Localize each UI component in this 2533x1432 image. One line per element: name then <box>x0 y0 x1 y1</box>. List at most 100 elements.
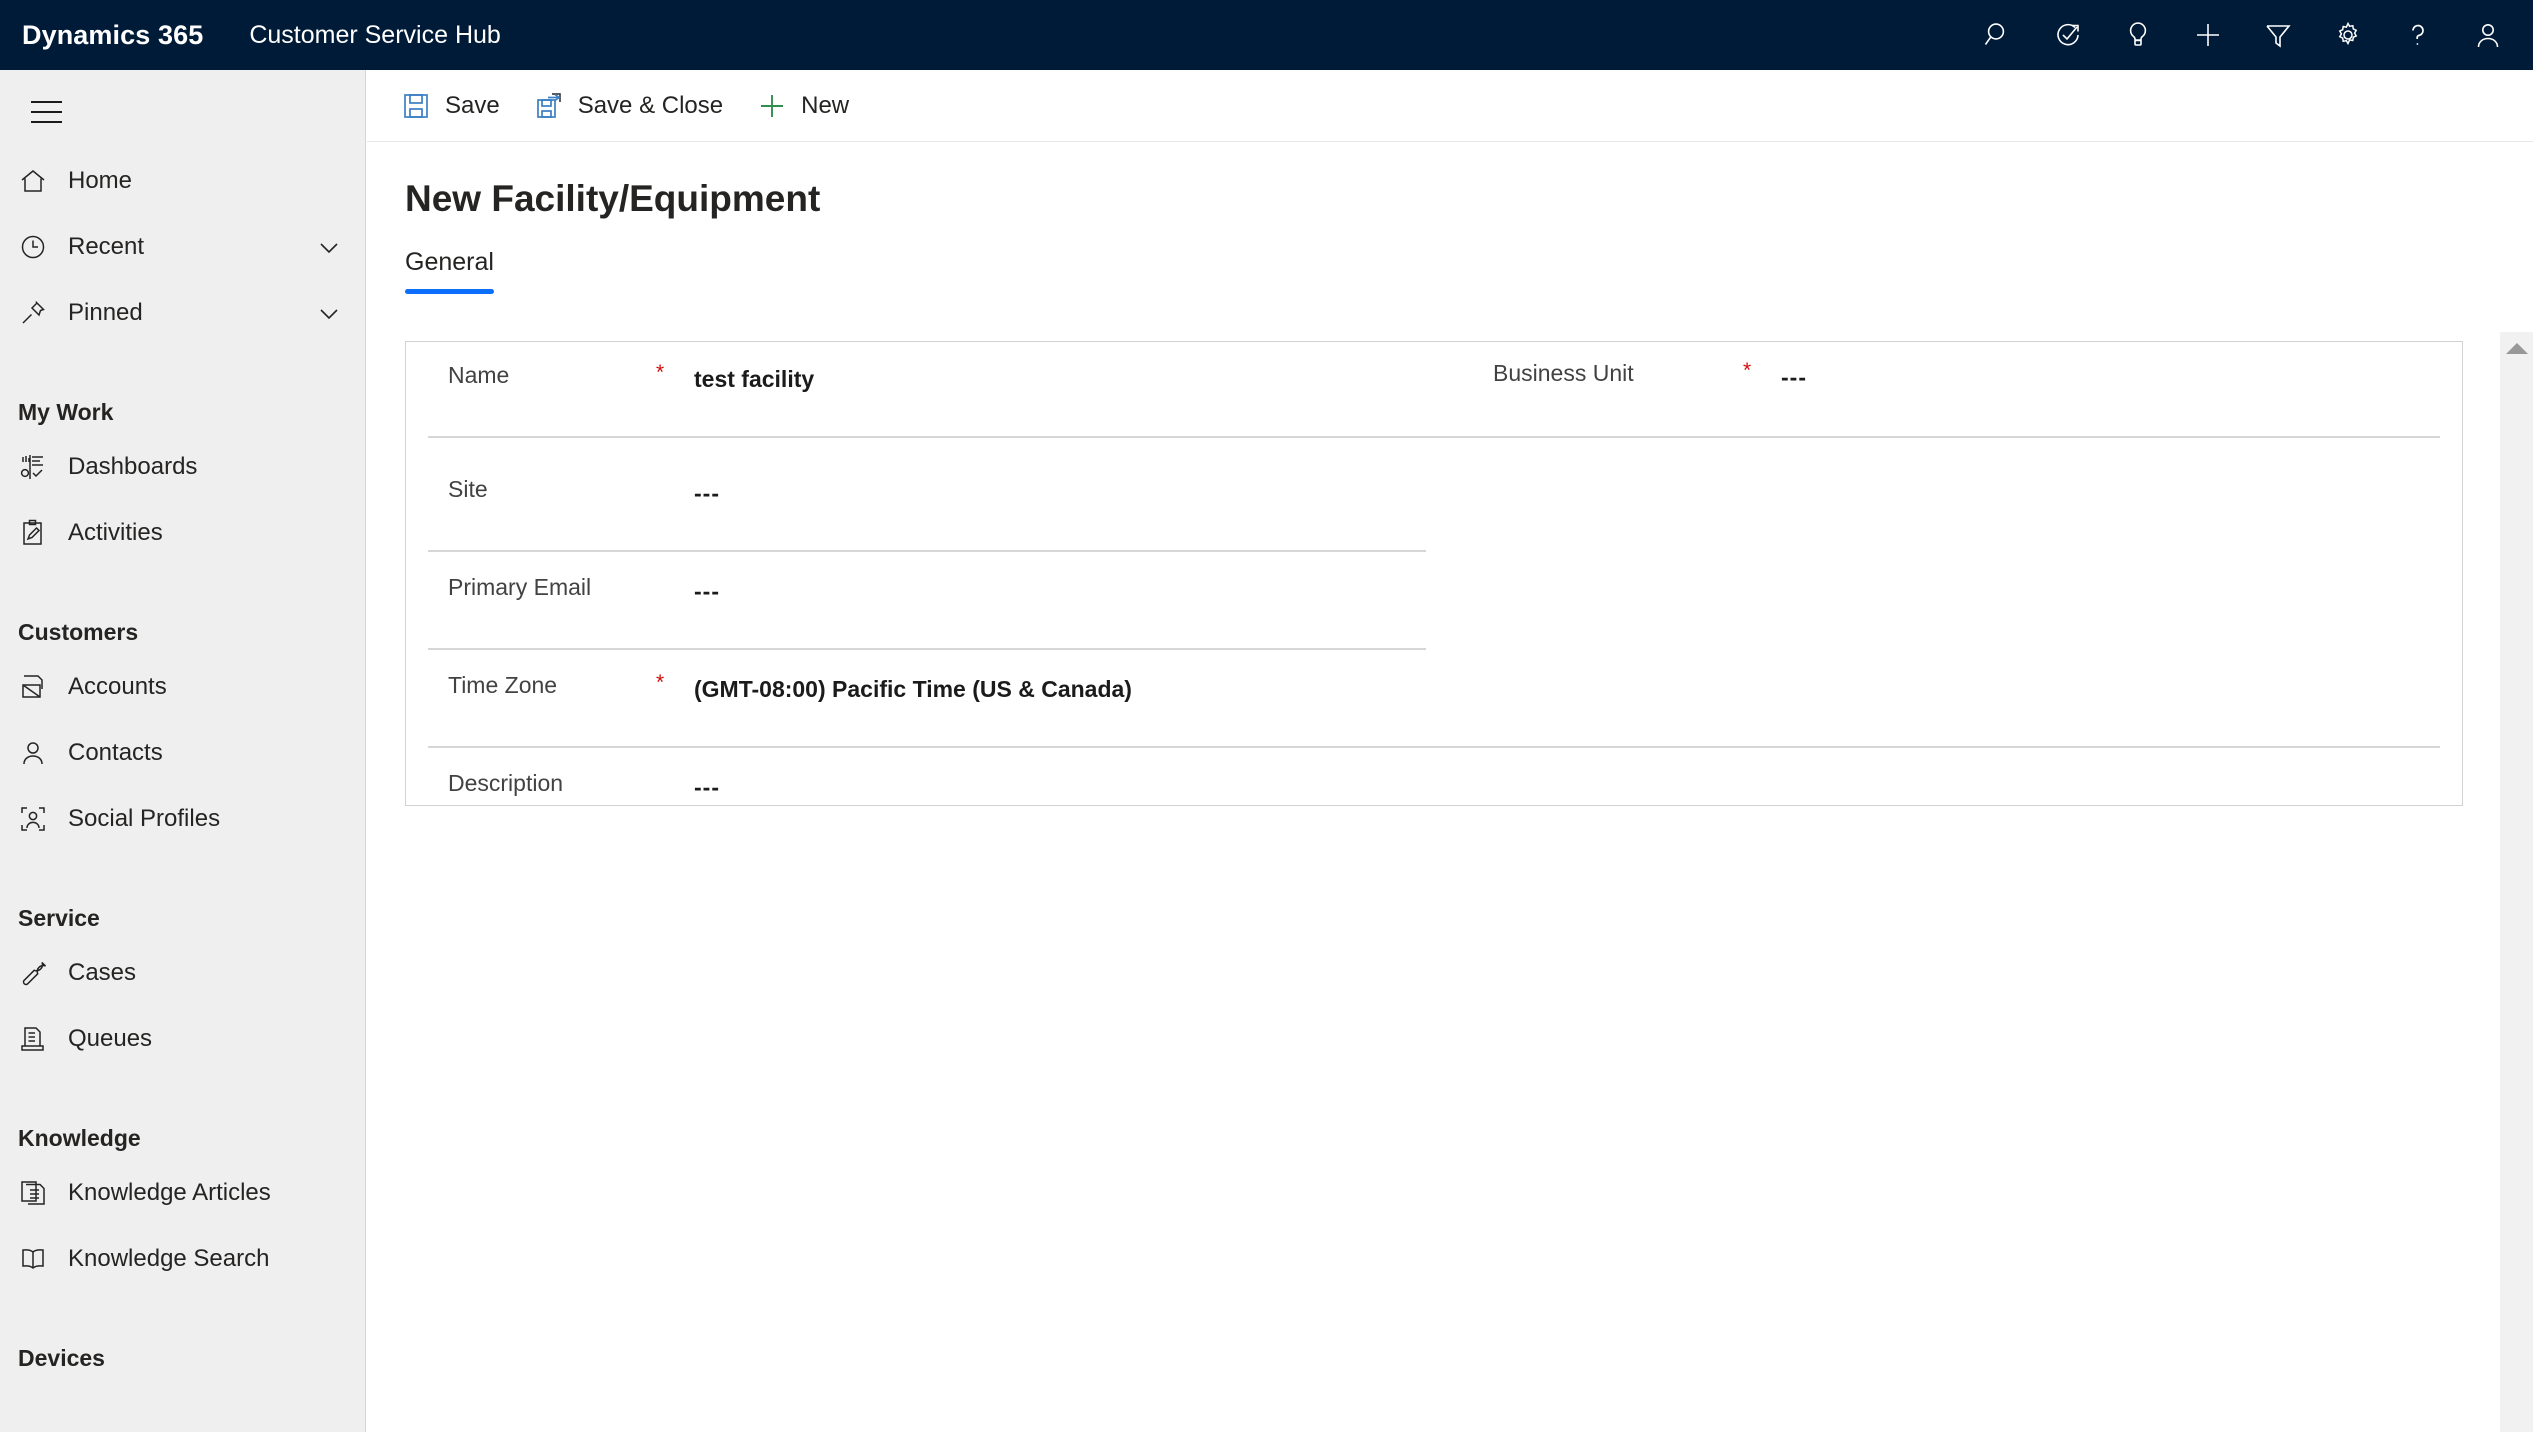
sidebar-item-label: Dashboards <box>68 453 198 480</box>
form-column-left: Name * test facility Site --- Primary Em… <box>406 342 1451 805</box>
contact-icon <box>18 738 68 768</box>
page-title: New Facility/Equipment <box>405 178 821 219</box>
header-icon-group <box>1963 0 2523 70</box>
new-button-label: New <box>801 91 850 119</box>
sitemap-sidebar: Home Recent Pinned My Work Dashboards Ac… <box>0 70 366 1432</box>
field-label: Primary Email <box>448 574 592 600</box>
form-field-time-zone[interactable]: Time Zone * (GMT-08:00) Pacific Time (US… <box>406 670 1451 705</box>
sidebar-item-activities[interactable]: Activities <box>0 500 365 566</box>
sidebar-item-label: Social Profiles <box>68 805 221 832</box>
sidebar-item-queues[interactable]: Queues <box>0 1006 365 1072</box>
sidebar-item-label: Home <box>68 167 133 194</box>
field-row: Primary Email --- <box>406 572 1451 607</box>
tab-general[interactable]: General <box>405 248 494 294</box>
sidebar-item-label: Contacts <box>68 739 163 766</box>
field-value[interactable]: --- <box>694 572 720 607</box>
form-column-right: Business Unit * --- <box>1451 342 2462 805</box>
scroll-up-arrow-icon[interactable] <box>2500 332 2533 365</box>
sidebar-item-label: Knowledge Search <box>68 1245 270 1272</box>
form-field-description[interactable]: Description --- <box>406 768 1451 803</box>
sidebar-item-knowledge-articles[interactable]: Knowledge Articles <box>0 1160 365 1226</box>
sidebar-item-label: Activities <box>68 519 163 546</box>
field-divider-time-zone <box>428 746 2440 748</box>
form-field-primary-email[interactable]: Primary Email --- <box>406 572 1451 607</box>
plus-icon <box>755 89 789 123</box>
sidebar-item-knowledge-search[interactable]: Knowledge Search <box>0 1226 365 1292</box>
account-icon[interactable] <box>2453 0 2523 70</box>
queues-icon <box>18 1024 68 1054</box>
form-field-name[interactable]: Name * test facility <box>406 360 1451 395</box>
sidebar-item-label: Queues <box>68 1025 153 1052</box>
sidebar-item-label: Accounts <box>68 673 167 700</box>
field-row: Time Zone * (GMT-08:00) Pacific Time (US… <box>406 670 1451 705</box>
form-tab-strip: General <box>405 248 2533 294</box>
nav-group-title-devices: Devices <box>18 1345 105 1371</box>
filter-icon[interactable] <box>2243 0 2313 70</box>
form-columns: Name * test facility Site --- Primary Em… <box>406 342 2462 805</box>
field-value[interactable]: (GMT-08:00) Pacific Time (US & Canada) <box>694 670 1132 705</box>
field-row: Description --- <box>406 768 1451 803</box>
sidebar-item-social-profiles[interactable]: Social Profiles <box>0 786 365 852</box>
field-row: Business Unit * --- <box>1451 358 2462 393</box>
brand-label: Dynamics 365 <box>22 19 204 50</box>
required-indicator: * <box>656 671 665 694</box>
sidebar-item-recent[interactable]: Recent <box>0 214 365 280</box>
page-scrollbar[interactable] <box>2500 332 2533 1432</box>
new-button[interactable]: New <box>739 70 865 142</box>
field-value[interactable]: test facility <box>694 360 814 395</box>
sidebar-item-accounts[interactable]: Accounts <box>0 654 365 720</box>
diagnostics-icon[interactable] <box>2033 0 2103 70</box>
field-divider-primary-email <box>428 648 1426 650</box>
app-name-label: Customer Service Hub <box>249 20 501 49</box>
nav-group-title-knowledge: Knowledge <box>18 1125 141 1151</box>
activities-icon <box>18 518 68 548</box>
form-field-business-unit[interactable]: Business Unit * --- <box>1451 358 2462 393</box>
pin-icon <box>18 298 68 328</box>
sidebar-item-cases[interactable]: Cases <box>0 940 365 1006</box>
article-icon <box>18 1178 68 1208</box>
home-icon <box>18 166 68 196</box>
save-close-icon <box>532 89 566 123</box>
field-divider-name <box>428 436 2440 438</box>
help-icon[interactable] <box>2383 0 2453 70</box>
hamburger-menu-icon[interactable] <box>10 76 82 148</box>
sidebar-item-dashboards[interactable]: Dashboards <box>0 434 365 500</box>
clock-icon <box>18 232 68 262</box>
accounts-icon <box>18 672 68 702</box>
sidebar-item-label: Recent <box>68 233 145 260</box>
save-and-close-button-label: Save & Close <box>577 91 724 119</box>
field-value[interactable]: --- <box>694 768 720 803</box>
nav-group-title-customers: Customers <box>18 619 139 645</box>
sidebar-item-contacts[interactable]: Contacts <box>0 720 365 786</box>
plus-icon[interactable] <box>2173 0 2243 70</box>
field-row: Site --- <box>406 474 1451 509</box>
form-field-site[interactable]: Site --- <box>406 474 1451 509</box>
save-button[interactable]: Save <box>383 70 516 142</box>
search-icon[interactable] <box>1963 0 2033 70</box>
field-label: Time Zone <box>448 672 558 698</box>
save-icon <box>399 89 433 123</box>
gear-icon[interactable] <box>2313 0 2383 70</box>
lightbulb-icon[interactable] <box>2103 0 2173 70</box>
chevron-down-icon[interactable] <box>315 233 343 261</box>
field-value[interactable]: --- <box>694 474 720 509</box>
field-divider-site <box>428 550 1426 552</box>
required-indicator: * <box>656 361 665 384</box>
sidebar-item-home[interactable]: Home <box>0 148 365 214</box>
wrench-icon <box>18 958 68 988</box>
field-value[interactable]: --- <box>1781 358 1807 393</box>
save-and-close-button[interactable]: Save & Close <box>516 70 739 142</box>
main-content: New Facility/Equipment General Name * te… <box>367 142 2533 1432</box>
sidebar-item-label: Cases <box>68 959 137 986</box>
sidebar-item-label: Knowledge Articles <box>68 1179 271 1206</box>
nav-group-title-service: Service <box>18 905 100 931</box>
chevron-down-icon[interactable] <box>315 299 343 327</box>
nav-group-title-my-work: My Work <box>18 399 114 425</box>
general-form-card: Name * test facility Site --- Primary Em… <box>405 341 2463 806</box>
sidebar-item-pinned[interactable]: Pinned <box>0 280 365 346</box>
dashboard-icon <box>18 452 68 482</box>
